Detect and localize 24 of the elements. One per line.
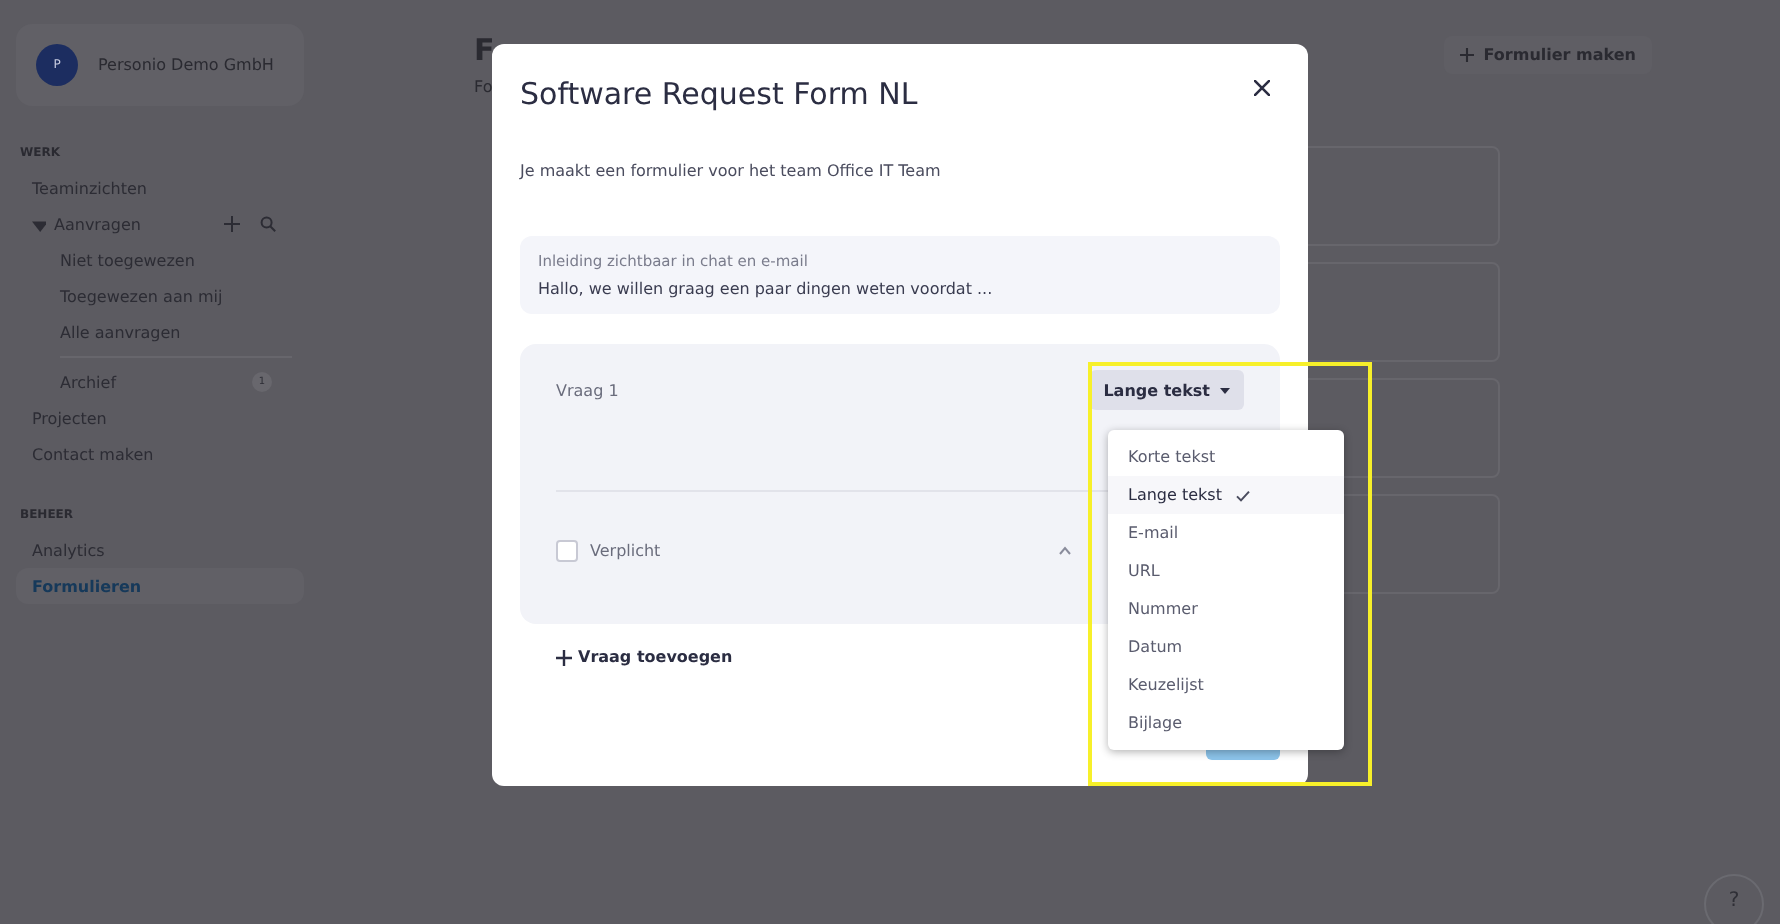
plus-icon[interactable] bbox=[224, 216, 240, 232]
checkmark-icon bbox=[1235, 489, 1250, 501]
checkbox[interactable] bbox=[556, 539, 578, 561]
plus-icon bbox=[1459, 48, 1474, 62]
search-icon[interactable] bbox=[260, 216, 276, 232]
modal-description: Je maakt een formulier voor het team Office IT Team bbox=[520, 160, 943, 184]
menu-item[interactable]: Korte tekst bbox=[1108, 438, 1344, 476]
menu-item[interactable]: Bijlage bbox=[1108, 704, 1344, 742]
add-question-button[interactable]: Vraag toevoegen bbox=[556, 648, 733, 666]
menu-item[interactable]: Nummer bbox=[1108, 590, 1344, 628]
type-dropdown[interactable]: Lange tekst bbox=[1089, 370, 1244, 410]
menu-item[interactable]: Datum bbox=[1108, 628, 1344, 666]
field-value: Hallo, we willen graag een paar dingen weten voordat ... bbox=[538, 280, 995, 298]
question-label: Vraag 1 bbox=[556, 381, 619, 399]
checkbox-label: Verplicht bbox=[590, 541, 661, 559]
plus-icon bbox=[556, 649, 572, 665]
close-icon[interactable] bbox=[1250, 76, 1274, 100]
menu-item[interactable]: E-mail bbox=[1108, 514, 1344, 552]
menu-item[interactable]: URL bbox=[1108, 552, 1344, 590]
modal-title: Software Request Form NL bbox=[520, 74, 918, 114]
chevron-up-icon[interactable] bbox=[1058, 545, 1072, 555]
menu-item[interactable]: Keuzelijst bbox=[1108, 666, 1344, 704]
menu-item[interactable]: Lange tekst bbox=[1108, 476, 1344, 514]
caret-icon bbox=[1220, 387, 1230, 393]
